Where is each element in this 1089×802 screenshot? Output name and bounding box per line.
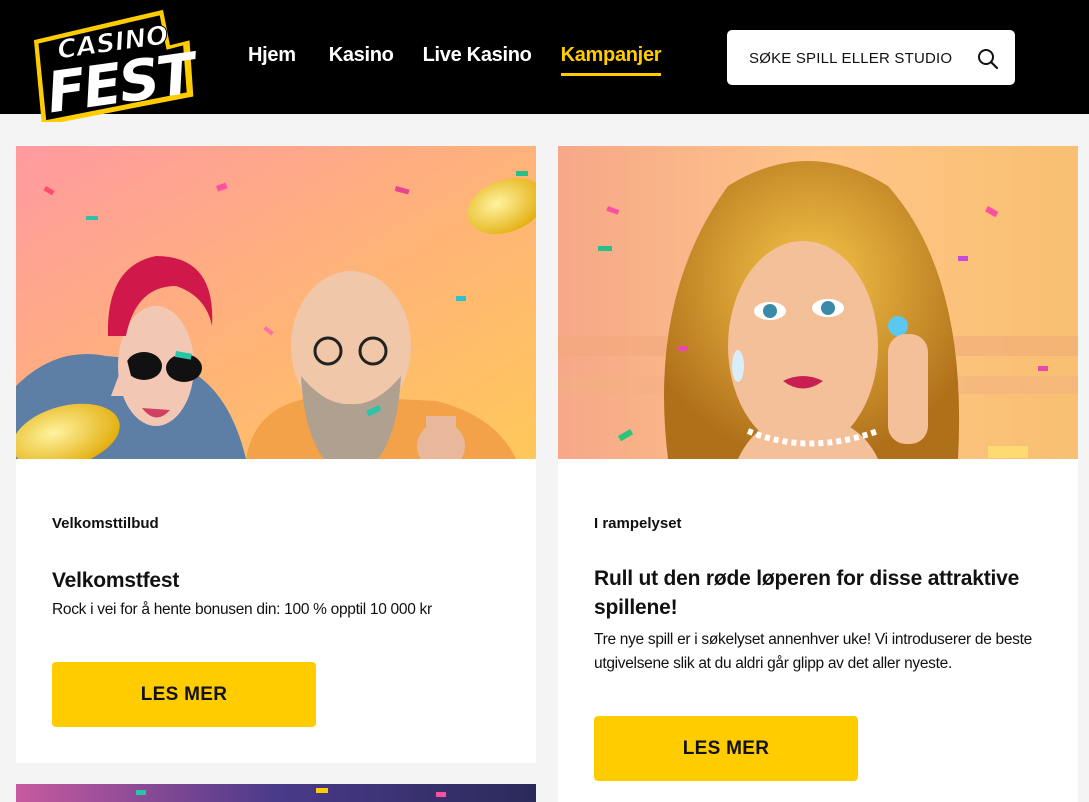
promo-banner-image [558,146,1078,459]
promo-card-partial [16,784,536,802]
promo-banner-image [16,146,536,459]
nav-item-live-kasino[interactable]: Live Kasino [423,44,532,76]
read-more-button[interactable]: LES MER [594,716,858,781]
promo-category: Velkomsttilbud [52,515,159,532]
promo-title: Rull ut den røde løperen for disse attra… [594,567,1020,619]
nav-item-hjem[interactable]: Hjem [248,44,296,76]
promo-description: Tre nye spill er i søkelyset annenhver u… [594,631,1032,672]
spotlight-banner-illustration [558,146,1078,459]
promo-card-welcome: Velkomsttilbud Velkomstfest Rock i vei f… [16,146,536,763]
welcome-banner-illustration [16,146,536,459]
search-box [727,30,1015,85]
nav-item-kasino[interactable]: Kasino [329,44,394,76]
promo-title: Velkomstfest [52,569,180,592]
search-icon[interactable] [977,48,999,70]
read-more-button[interactable]: LES MER [52,662,316,727]
main-nav: Hjem Kasino Live Kasino Kampanjer [248,44,662,76]
casino-fest-logo[interactable]: CASINO FEST [20,4,196,122]
search-input[interactable] [749,47,969,69]
promo-description: Rock i vei for å hente bonusen din: 100 … [52,601,432,618]
promo-banner-image [16,784,536,802]
promo-category: I rampelyset [594,515,682,532]
site-header: CASINO FEST Hjem Kasino Live Kasino Kamp… [0,0,1089,122]
promo-card-spotlight: I rampelyset Rull ut den røde løperen fo… [558,146,1078,802]
nav-item-kampanjer[interactable]: Kampanjer [560,44,662,76]
